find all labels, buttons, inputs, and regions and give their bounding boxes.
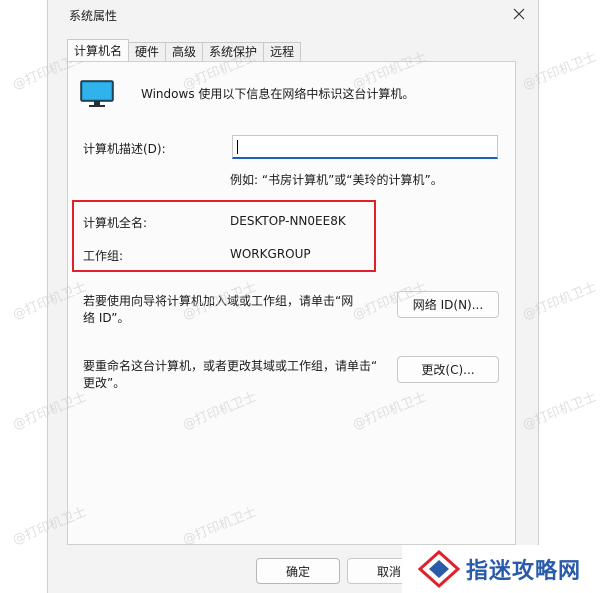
- text-caret: [237, 140, 238, 154]
- brand-text: 指迷攻略网: [466, 558, 582, 584]
- network-text-line1: 若要使用向导将计算机加入域或工作组，请单击“网: [83, 294, 354, 308]
- ok-button[interactable]: 确定: [256, 558, 340, 584]
- title-bar: 系统属性: [48, 0, 538, 30]
- tab-advanced[interactable]: 高级: [165, 42, 204, 61]
- brand-watermark-badge: 指迷攻略网: [402, 545, 600, 593]
- description-example: 例如: “书房计算机”或“美玲的计算机”。: [230, 173, 443, 187]
- tab-bar: 计算机名 硬件 高级 系统保护 远程: [67, 39, 302, 61]
- network-id-button[interactable]: 网络 ID(N)...: [397, 291, 499, 318]
- intro-text: Windows 使用以下信息在网络中标识这台计算机。: [141, 87, 415, 101]
- rename-text-line2: 更改”。: [83, 376, 126, 390]
- workgroup-label: 工作组:: [83, 249, 124, 263]
- change-button[interactable]: 更改(C)...: [397, 356, 499, 383]
- close-icon: [513, 8, 525, 20]
- rename-text-line1: 要重命名这台计算机，或者更改其域或工作组，请单击“: [83, 359, 378, 373]
- workgroup-value: WORKGROUP: [230, 247, 311, 261]
- computer-description-input[interactable]: [232, 135, 498, 159]
- tab-computer-name[interactable]: 计算机名: [67, 39, 130, 61]
- description-label: 计算机描述(D):: [83, 142, 166, 156]
- computer-monitor-icon: [80, 80, 114, 107]
- tab-remote[interactable]: 远程: [263, 42, 302, 61]
- close-button[interactable]: [502, 0, 536, 28]
- fullname-value: DESKTOP-NN0EE8K: [230, 214, 346, 228]
- tab-hardware[interactable]: 硬件: [128, 42, 167, 61]
- window-title: 系统属性: [69, 9, 118, 23]
- network-text-line2: 络 ID”。: [83, 311, 130, 325]
- fullname-label: 计算机全名:: [83, 216, 148, 230]
- brand-logo-icon: [418, 550, 460, 588]
- tab-system-protection[interactable]: 系统保护: [202, 42, 265, 61]
